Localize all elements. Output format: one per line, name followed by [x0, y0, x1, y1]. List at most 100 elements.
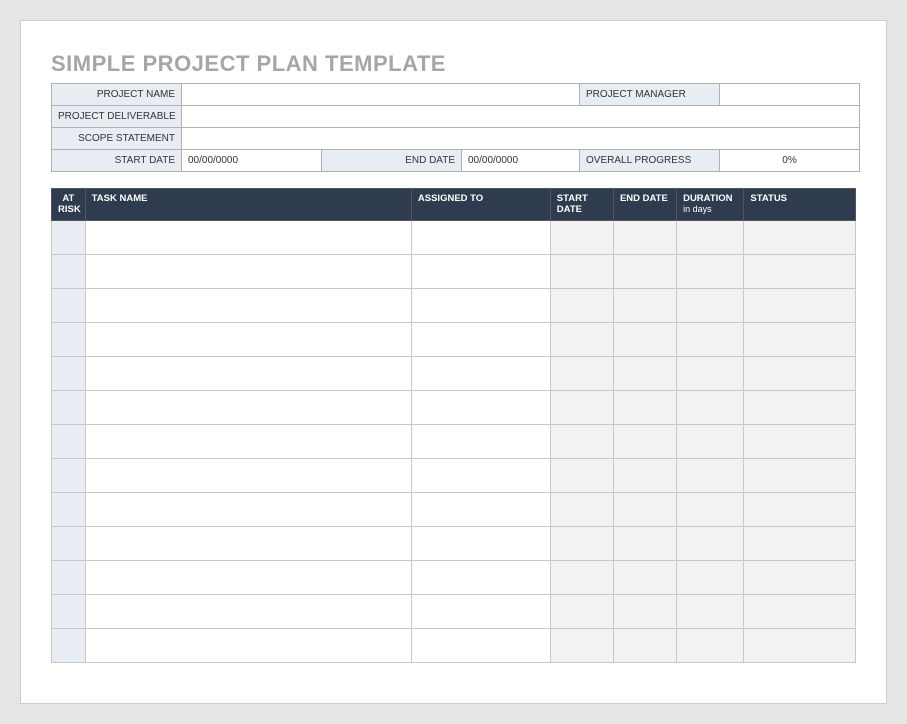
cell-enddate[interactable]: [613, 526, 676, 560]
cell-enddate[interactable]: [613, 628, 676, 662]
cell-atrisk[interactable]: [52, 628, 86, 662]
cell-enddate[interactable]: [613, 288, 676, 322]
cell-startdate[interactable]: [550, 322, 613, 356]
cell-assigned[interactable]: [411, 526, 550, 560]
cell-assigned[interactable]: [411, 424, 550, 458]
cell-assigned[interactable]: [411, 628, 550, 662]
cell-status[interactable]: [744, 492, 856, 526]
project-info-table: PROJECT NAME PROJECT MANAGER PROJECT DEL…: [51, 83, 860, 172]
cell-status[interactable]: [744, 254, 856, 288]
cell-duration[interactable]: [677, 220, 744, 254]
cell-taskname[interactable]: [85, 492, 411, 526]
cell-startdate[interactable]: [550, 628, 613, 662]
cell-duration[interactable]: [677, 526, 744, 560]
cell-status[interactable]: [744, 628, 856, 662]
cell-enddate[interactable]: [613, 560, 676, 594]
cell-duration[interactable]: [677, 356, 744, 390]
cell-enddate[interactable]: [613, 220, 676, 254]
cell-status[interactable]: [744, 458, 856, 492]
cell-status[interactable]: [744, 356, 856, 390]
cell-atrisk[interactable]: [52, 356, 86, 390]
cell-atrisk[interactable]: [52, 560, 86, 594]
cell-startdate[interactable]: [550, 560, 613, 594]
cell-atrisk[interactable]: [52, 526, 86, 560]
cell-duration[interactable]: [677, 594, 744, 628]
cell-taskname[interactable]: [85, 390, 411, 424]
cell-enddate[interactable]: [613, 594, 676, 628]
value-start-date[interactable]: 00/00/0000: [182, 150, 322, 172]
cell-assigned[interactable]: [411, 322, 550, 356]
cell-atrisk[interactable]: [52, 390, 86, 424]
cell-atrisk[interactable]: [52, 458, 86, 492]
cell-taskname[interactable]: [85, 594, 411, 628]
value-end-date[interactable]: 00/00/0000: [462, 150, 580, 172]
cell-taskname[interactable]: [85, 322, 411, 356]
cell-startdate[interactable]: [550, 594, 613, 628]
cell-enddate[interactable]: [613, 458, 676, 492]
cell-taskname[interactable]: [85, 424, 411, 458]
cell-duration[interactable]: [677, 288, 744, 322]
cell-assigned[interactable]: [411, 390, 550, 424]
cell-startdate[interactable]: [550, 458, 613, 492]
cell-taskname[interactable]: [85, 628, 411, 662]
value-overall-progress[interactable]: 0%: [720, 150, 860, 172]
value-project-manager[interactable]: [720, 84, 860, 106]
cell-atrisk[interactable]: [52, 220, 86, 254]
cell-assigned[interactable]: [411, 220, 550, 254]
cell-taskname[interactable]: [85, 526, 411, 560]
cell-taskname[interactable]: [85, 288, 411, 322]
cell-taskname[interactable]: [85, 254, 411, 288]
cell-taskname[interactable]: [85, 560, 411, 594]
cell-atrisk[interactable]: [52, 288, 86, 322]
cell-enddate[interactable]: [613, 390, 676, 424]
cell-status[interactable]: [744, 424, 856, 458]
cell-status[interactable]: [744, 560, 856, 594]
cell-assigned[interactable]: [411, 356, 550, 390]
cell-assigned[interactable]: [411, 458, 550, 492]
cell-status[interactable]: [744, 322, 856, 356]
cell-status[interactable]: [744, 288, 856, 322]
cell-status[interactable]: [744, 526, 856, 560]
cell-duration[interactable]: [677, 254, 744, 288]
cell-enddate[interactable]: [613, 322, 676, 356]
cell-status[interactable]: [744, 594, 856, 628]
label-end-date: END DATE: [322, 150, 462, 172]
cell-startdate[interactable]: [550, 254, 613, 288]
cell-duration[interactable]: [677, 492, 744, 526]
cell-assigned[interactable]: [411, 594, 550, 628]
cell-duration[interactable]: [677, 458, 744, 492]
cell-duration[interactable]: [677, 628, 744, 662]
cell-startdate[interactable]: [550, 390, 613, 424]
cell-startdate[interactable]: [550, 492, 613, 526]
cell-duration[interactable]: [677, 322, 744, 356]
cell-atrisk[interactable]: [52, 594, 86, 628]
cell-duration[interactable]: [677, 424, 744, 458]
cell-assigned[interactable]: [411, 560, 550, 594]
cell-startdate[interactable]: [550, 220, 613, 254]
cell-startdate[interactable]: [550, 424, 613, 458]
cell-assigned[interactable]: [411, 254, 550, 288]
cell-atrisk[interactable]: [52, 254, 86, 288]
cell-atrisk[interactable]: [52, 492, 86, 526]
value-deliverable[interactable]: [182, 106, 860, 128]
value-project-name[interactable]: [182, 84, 580, 106]
cell-enddate[interactable]: [613, 492, 676, 526]
cell-duration[interactable]: [677, 390, 744, 424]
cell-atrisk[interactable]: [52, 322, 86, 356]
cell-assigned[interactable]: [411, 492, 550, 526]
cell-startdate[interactable]: [550, 288, 613, 322]
cell-taskname[interactable]: [85, 356, 411, 390]
cell-startdate[interactable]: [550, 526, 613, 560]
cell-assigned[interactable]: [411, 288, 550, 322]
cell-startdate[interactable]: [550, 356, 613, 390]
cell-taskname[interactable]: [85, 458, 411, 492]
cell-taskname[interactable]: [85, 220, 411, 254]
cell-enddate[interactable]: [613, 424, 676, 458]
value-scope[interactable]: [182, 128, 860, 150]
cell-status[interactable]: [744, 220, 856, 254]
cell-atrisk[interactable]: [52, 424, 86, 458]
cell-duration[interactable]: [677, 560, 744, 594]
cell-enddate[interactable]: [613, 254, 676, 288]
cell-status[interactable]: [744, 390, 856, 424]
cell-enddate[interactable]: [613, 356, 676, 390]
